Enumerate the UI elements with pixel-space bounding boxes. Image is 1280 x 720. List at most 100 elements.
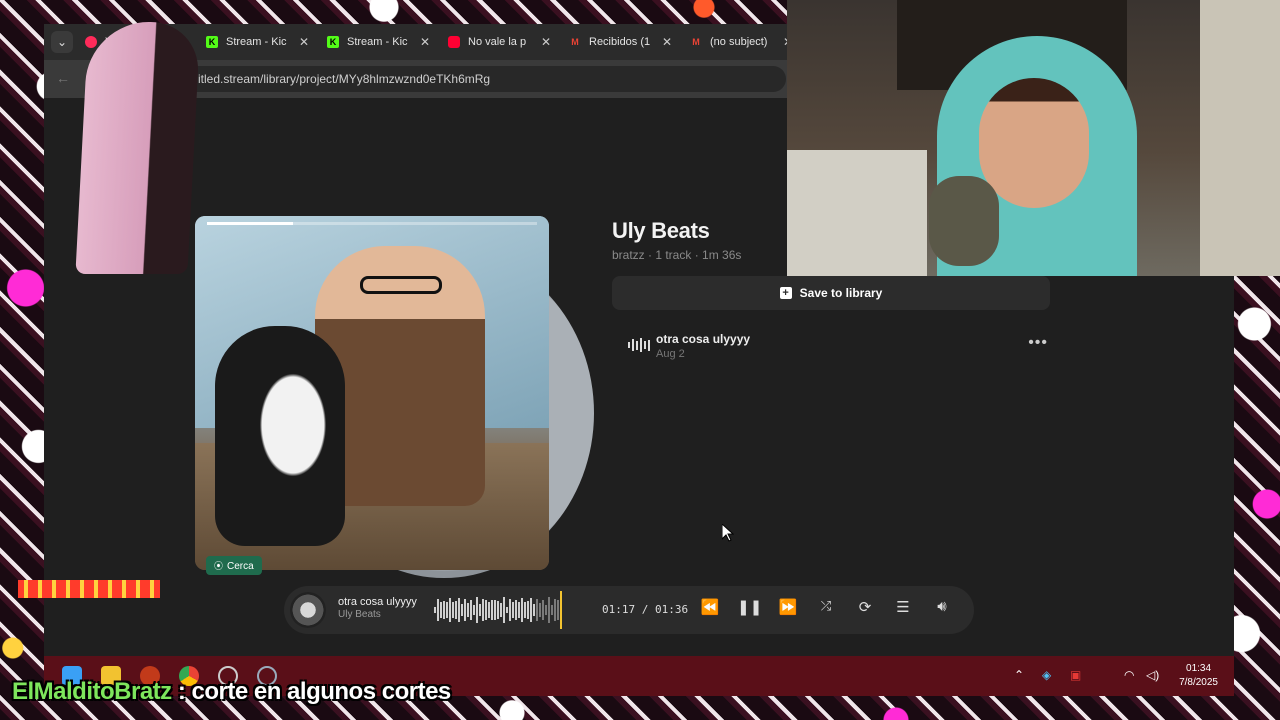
track-name: otra cosa ulyyyy [656, 332, 751, 346]
waveform-bar [515, 600, 517, 620]
close-tab-icon[interactable]: ✕ [662, 35, 672, 49]
waveform-bar [479, 604, 481, 616]
rewind-button[interactable]: ⏪ [698, 598, 722, 616]
waveform-bar [536, 598, 538, 622]
track-row[interactable]: otra cosa ulyyyy Aug 2 ••• [628, 330, 1048, 368]
wifi-icon[interactable]: ◠ [1124, 668, 1134, 682]
kick-icon: K [327, 36, 339, 48]
waveform-bar [452, 602, 454, 618]
player-waveform[interactable] [434, 592, 564, 628]
chat-overlay: ElMalditoBratz : corte en algunos cortes [12, 678, 451, 706]
waveform-bar [542, 600, 544, 620]
project-meta: bratzz · 1 track · 1m 36s [612, 248, 742, 262]
waveform-bar [482, 599, 484, 621]
fast-forward-button[interactable]: ⏩ [776, 598, 800, 616]
waveform-bar [494, 600, 496, 620]
browser-tab-1[interactable]: K Stream - Kic ✕ [194, 24, 315, 60]
location-tag[interactable]: ⦿ Cerca [206, 556, 262, 575]
track-date: Aug 2 [656, 348, 685, 360]
waveform-bar [545, 605, 547, 615]
save-to-library-button[interactable]: + Save to library [612, 276, 1050, 310]
waveform-icon [628, 338, 650, 352]
shuffle-button[interactable]: ⤮ [814, 598, 838, 614]
waveform-bar [461, 604, 463, 616]
project-title: Uly Beats [612, 218, 710, 243]
waveform-bar [551, 604, 553, 616]
waveform-bar [557, 600, 559, 620]
waveform-bar [554, 599, 556, 621]
waveform-bar [473, 604, 475, 616]
waveform-bar [506, 606, 508, 614]
close-tab-icon[interactable]: ✕ [299, 35, 309, 49]
kick-icon: K [206, 36, 218, 48]
waveform-bar [497, 600, 499, 620]
waveform-bar [491, 600, 493, 620]
stream-logo-badge [18, 580, 160, 598]
waveform-bar [446, 602, 448, 618]
browser-tab-2[interactable]: K Stream - Kic ✕ [315, 24, 436, 60]
chat-username: ElMalditoBratz [12, 678, 172, 705]
pause-button[interactable]: ❚❚ [737, 598, 762, 616]
waveform-bar [512, 602, 514, 618]
queue-button[interactable]: ☰ [891, 598, 915, 616]
close-tab-icon[interactable]: ✕ [420, 35, 430, 49]
player-artist: Uly Beats [338, 609, 381, 620]
microphone [929, 176, 999, 266]
waveform-bar [449, 598, 451, 622]
floating-cutout-image [75, 22, 201, 274]
taskbar-clock[interactable]: 01:34 7/8/2025 [1179, 662, 1218, 690]
tray-chevron-icon[interactable]: ⌃ [1014, 668, 1024, 682]
volume-button[interactable]: 🔊︎ [930, 598, 954, 615]
waveform-bar [509, 598, 511, 622]
player-time: 01:17 / 01:36 [602, 603, 689, 616]
waveform-bar [518, 602, 520, 618]
mouse-cursor-icon [721, 522, 735, 547]
waveform-bar [467, 602, 469, 618]
waveform-bar [524, 602, 526, 618]
waveform-bar [521, 598, 523, 622]
repeat-button[interactable]: ⟳ [853, 598, 877, 616]
location-pin-icon: ⦿ [214, 561, 224, 571]
waveform-bar [455, 601, 457, 619]
waveform-bar [464, 598, 466, 622]
waveform-bar [488, 601, 490, 619]
youtube-icon [85, 36, 97, 48]
webcam-overlay [787, 0, 1280, 276]
back-arrow-icon[interactable]: ← [56, 70, 70, 86]
waveform-bar [470, 600, 472, 620]
security-icon[interactable]: ◈ [1042, 668, 1051, 682]
waveform-bar [476, 597, 478, 623]
audio-player-bar: otra cosa ulyyyy Uly Beats 01:17 / 01:36… [284, 586, 974, 634]
story-progress-bar [207, 222, 537, 225]
gmail-icon: M [692, 37, 700, 47]
youtube-icon [448, 36, 460, 48]
waveform-bar [443, 600, 445, 620]
waveform-bar [437, 598, 439, 622]
waveform-bar [440, 602, 442, 618]
waveform-bar [530, 598, 532, 622]
close-tab-icon[interactable]: ✕ [541, 35, 551, 49]
waveform-bar [500, 603, 502, 617]
chat-message: : corte en algunos cortes [177, 678, 451, 705]
player-artwork [290, 592, 326, 628]
waveform-bar [533, 603, 535, 617]
waveform-bar [527, 600, 529, 620]
plus-icon: + [779, 287, 792, 299]
player-track-name: otra cosa ulyyyy [338, 596, 417, 608]
browser-tab-5[interactable]: M (no subject) ✕ [678, 24, 799, 60]
browser-tab-3[interactable]: No vale la p ✕ [436, 24, 557, 60]
waveform-bar [548, 597, 550, 623]
waveform-bar [539, 602, 541, 618]
waveform-bar [503, 597, 505, 623]
waveform-bar [458, 597, 460, 622]
playhead[interactable] [560, 591, 562, 629]
waveform-bar [485, 599, 487, 621]
tab-search-button[interactable]: ⌄ [51, 31, 73, 53]
browser-tab-4[interactable]: M Recibidos (1 ✕ [557, 24, 678, 60]
waveform-bar [434, 607, 436, 613]
more-options-icon[interactable]: ••• [1028, 334, 1048, 352]
speaker-icon[interactable]: ◁) [1146, 668, 1159, 682]
amd-icon[interactable]: ▣ [1070, 668, 1081, 682]
gmail-icon: M [571, 37, 579, 47]
project-cover-image [195, 216, 549, 570]
